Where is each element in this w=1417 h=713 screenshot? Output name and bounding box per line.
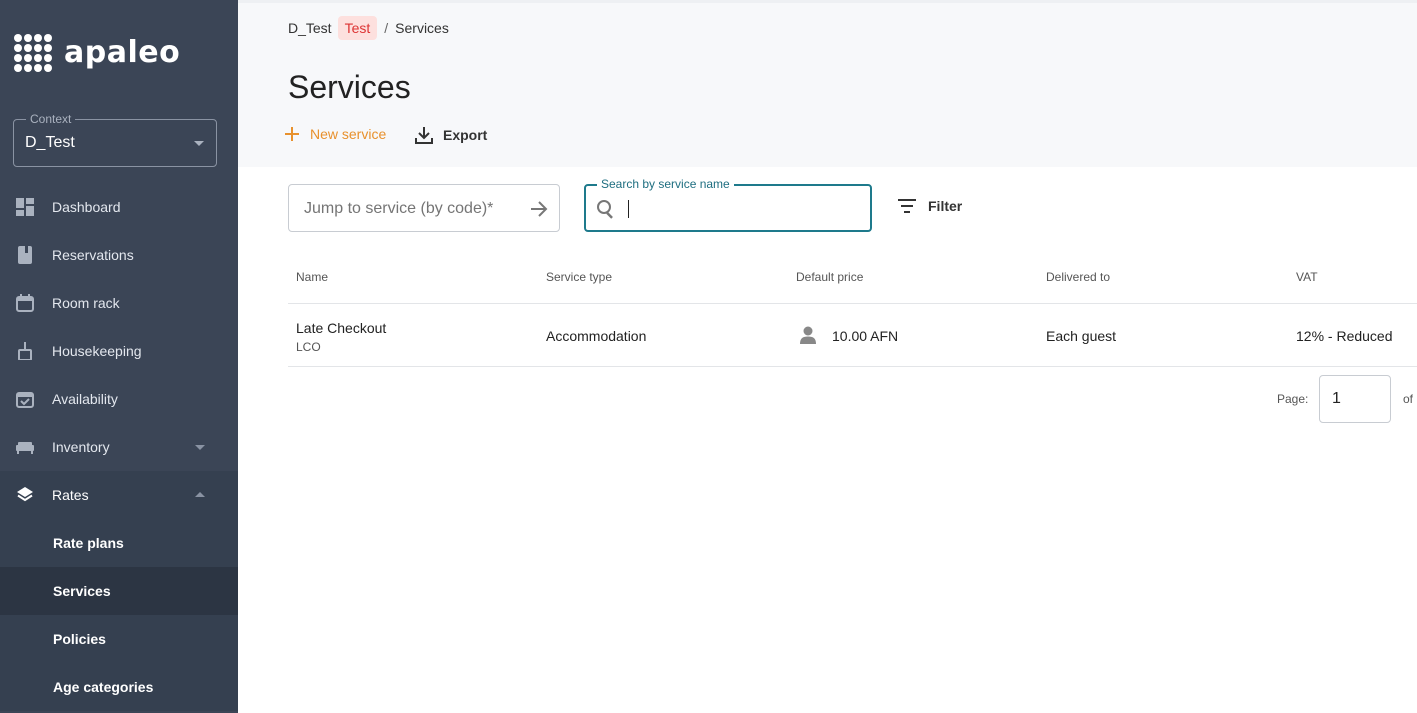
context-select[interactable]: Context D_Test	[13, 112, 217, 167]
person-icon	[800, 326, 816, 344]
apaleo-logo[interactable]: apaleo	[14, 32, 180, 72]
download-icon	[415, 127, 433, 144]
sidebar-item-age-categories[interactable]: Age categories	[0, 663, 238, 711]
service-code: LCO	[296, 340, 321, 354]
sidebar-item-label: Housekeeping	[52, 343, 142, 359]
default-price: 10.00 AFN	[832, 328, 899, 344]
sidebar: apaleo Context D_Test Dashboard Reservat…	[0, 0, 238, 713]
sidebar-item-housekeeping[interactable]: Housekeeping	[0, 327, 238, 375]
sidebar-item-availability[interactable]: Availability	[0, 375, 238, 423]
delivered-to: Each guest	[1046, 328, 1117, 344]
text-cursor	[628, 200, 629, 218]
sidebar-item-label: Dashboard	[52, 199, 121, 215]
sidebar-item-reservations[interactable]: Reservations	[0, 231, 238, 279]
column-header-default-price[interactable]: Default price	[796, 270, 863, 284]
chevron-down-icon	[195, 445, 205, 450]
sidebar-item-label: Inventory	[52, 439, 110, 455]
calendar-icon	[16, 294, 34, 312]
service-type: Accommodation	[546, 328, 647, 344]
sidebar-item-label: Room rack	[52, 295, 120, 311]
page-of-label: of	[1403, 392, 1414, 406]
table-divider	[288, 366, 1417, 367]
breadcrumb-current: Services	[395, 20, 449, 36]
breadcrumb-separator: /	[384, 20, 389, 36]
filter-icon	[898, 199, 916, 213]
column-header-delivered-to[interactable]: Delivered to	[1046, 270, 1110, 284]
filter-label: Filter	[928, 198, 963, 214]
sidebar-item-dashboard[interactable]: Dashboard	[0, 183, 238, 231]
sidebar-item-inventory[interactable]: Inventory	[0, 423, 238, 471]
sidebar-item-label: Rates	[52, 487, 89, 503]
sidebar-item-label: Reservations	[52, 247, 134, 263]
page-number-input[interactable]	[1319, 375, 1391, 423]
environment-badge: Test	[337, 16, 378, 40]
sidebar-item-rates[interactable]: Rates	[0, 471, 238, 519]
chevron-down-icon	[194, 141, 204, 146]
breadcrumb: D_Test Test / Services	[288, 16, 449, 40]
dashboard-icon	[16, 198, 34, 216]
search-by-name-field[interactable]: Search by service name	[584, 177, 872, 232]
sidebar-item-rate-plans[interactable]: Rate plans	[0, 519, 238, 567]
sidebar-item-label: Policies	[53, 631, 106, 647]
export-button[interactable]: Export	[415, 126, 487, 144]
service-name[interactable]: Late Checkout	[296, 320, 386, 336]
sidebar-item-services[interactable]: Services	[0, 567, 238, 615]
context-legend: Context	[26, 112, 76, 126]
sidebar-item-label: Age categories	[53, 679, 154, 695]
search-input[interactable]	[628, 198, 858, 216]
logo-dots-icon	[14, 32, 54, 72]
search-icon	[597, 200, 613, 219]
jump-to-service-field[interactable]	[288, 184, 560, 232]
sidebar-item-label: Services	[53, 583, 111, 599]
jump-to-service-input[interactable]	[304, 200, 524, 218]
context-value: D_Test	[25, 134, 75, 151]
page-header: D_Test Test / Services Services New serv…	[238, 3, 1417, 167]
table-divider	[288, 303, 1417, 304]
page-label: Page:	[1277, 392, 1309, 406]
column-header-service-type[interactable]: Service type	[546, 270, 612, 284]
new-service-button[interactable]: New service	[284, 126, 386, 142]
broom-icon	[18, 342, 32, 360]
filter-button[interactable]: Filter	[898, 198, 962, 214]
calendar-check-icon	[16, 392, 34, 408]
breadcrumb-root[interactable]: D_Test	[288, 20, 332, 36]
chevron-up-icon	[195, 492, 205, 497]
plus-icon	[285, 127, 299, 141]
page-title: Services	[288, 69, 411, 105]
book-icon	[18, 246, 32, 264]
arrow-right-icon[interactable]	[529, 199, 549, 219]
logo-text: apaleo	[64, 34, 181, 70]
sidebar-item-label: Availability	[52, 391, 118, 407]
export-label: Export	[443, 127, 488, 143]
bed-icon	[16, 442, 34, 454]
layers-icon	[17, 487, 33, 502]
sidebar-item-policies[interactable]: Policies	[0, 615, 238, 663]
sidebar-item-room-rack[interactable]: Room rack	[0, 279, 238, 327]
search-legend: Search by service name	[597, 177, 734, 191]
sidebar-item-label: Rate plans	[53, 535, 124, 551]
column-header-vat[interactable]: VAT	[1296, 270, 1318, 284]
column-header-name[interactable]: Name	[296, 270, 328, 284]
new-service-label: New service	[310, 126, 387, 142]
vat: 12% - Reduced	[1296, 328, 1393, 344]
